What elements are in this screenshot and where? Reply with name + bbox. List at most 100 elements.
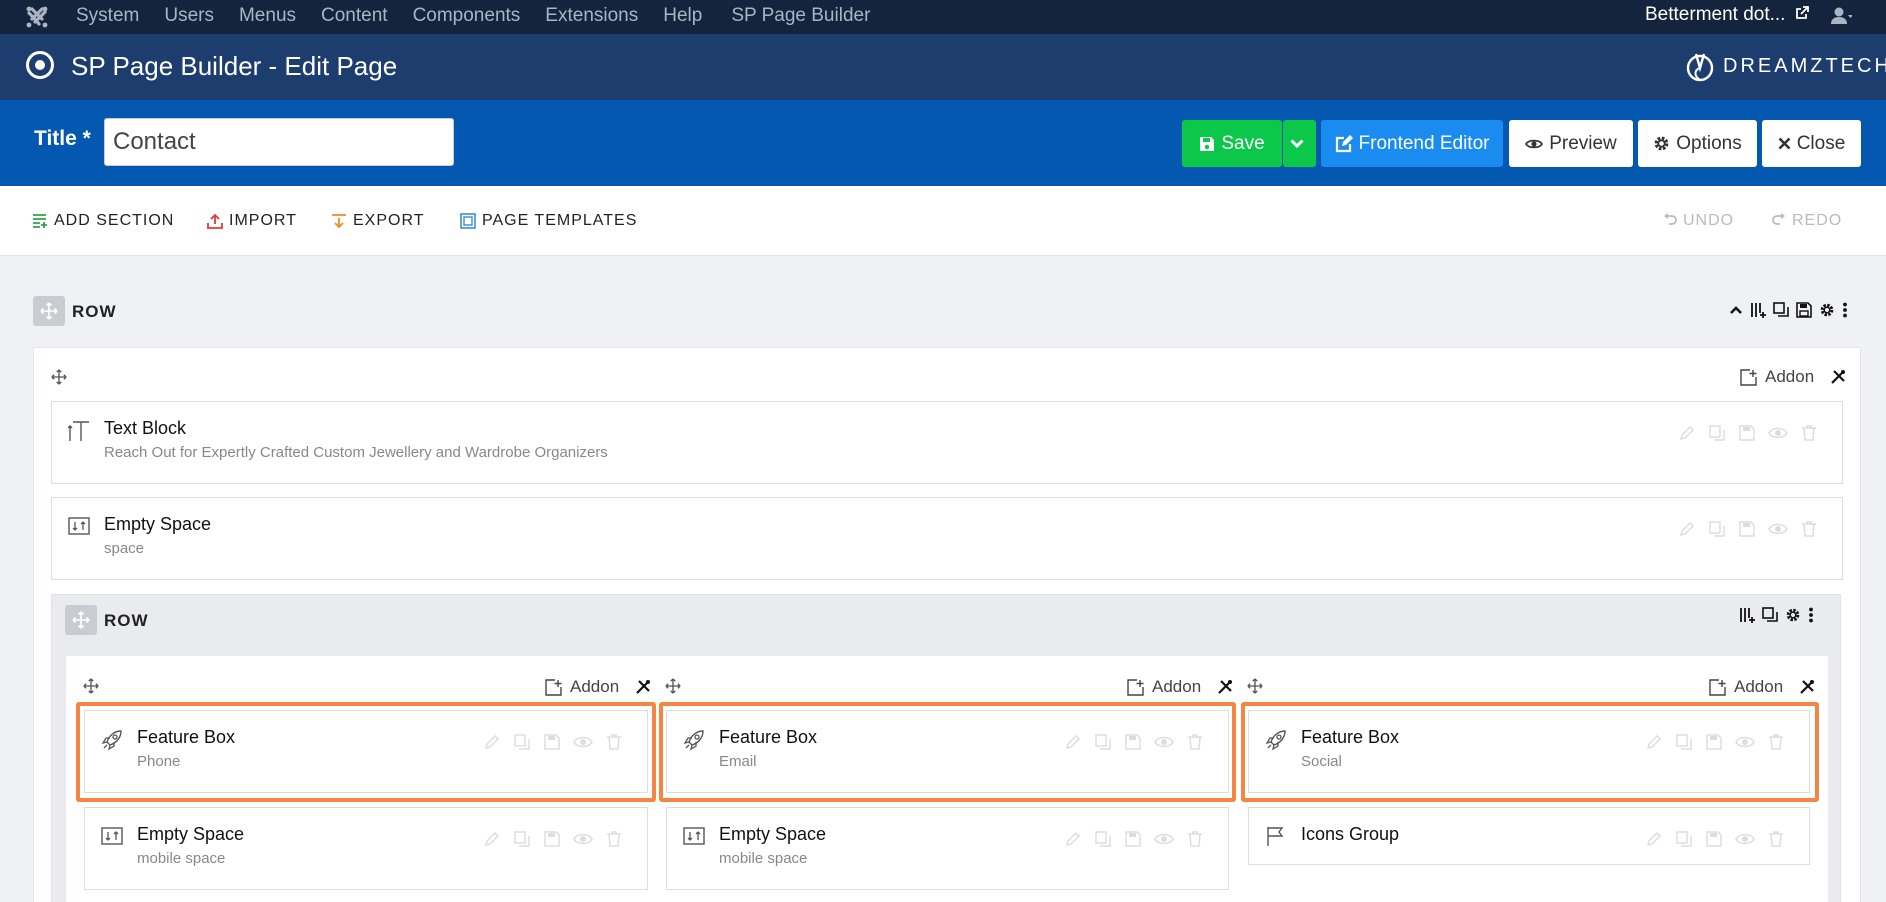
admin-menu: System Users Menus Content Components Ex… (76, 5, 895, 27)
row-label: ROW (72, 302, 117, 321)
menu-system[interactable]: System (76, 5, 139, 27)
page-title: SP Page Builder - Edit Page (71, 51, 398, 81)
trash-icon[interactable] (1767, 830, 1785, 848)
options-button[interactable]: Options (1638, 120, 1757, 167)
column-move-icon[interactable] (665, 678, 681, 694)
add-icon (545, 678, 562, 696)
frontend-editor-button[interactable]: Frontend Editor (1321, 120, 1503, 167)
edit-pencil-icon[interactable] (1645, 830, 1663, 848)
preview-button[interactable]: Preview (1509, 120, 1633, 167)
save-label: Save (1221, 132, 1265, 154)
export-label: EXPORT (353, 212, 425, 229)
add-addon-button[interactable]: Addon (1127, 677, 1233, 697)
addon-text-block[interactable]: Text Block Reach Out for Expertly Crafte… (51, 401, 1843, 484)
trash-icon[interactable] (1800, 520, 1818, 538)
menu-menus[interactable]: Menus (239, 5, 296, 27)
tools-icon[interactable] (1799, 679, 1815, 695)
joomla-logo-icon[interactable] (24, 4, 50, 30)
tools-icon[interactable] (1830, 369, 1846, 385)
addon-empty-space[interactable]: Empty Space mobile space (666, 807, 1229, 890)
copy-icon[interactable] (1094, 830, 1112, 848)
template-icon (460, 213, 476, 229)
menu-help[interactable]: Help (663, 5, 702, 27)
title-label: Title * (34, 127, 91, 150)
column-move-icon[interactable] (83, 678, 99, 694)
export-button[interactable]: EXPORT (331, 212, 425, 230)
column-move-icon[interactable] (1247, 678, 1263, 694)
site-link[interactable]: Betterment dot... (1645, 4, 1809, 26)
eye-icon[interactable] (1735, 830, 1755, 848)
tools-icon[interactable] (635, 679, 651, 695)
add-addon-button[interactable]: Addon (1709, 677, 1815, 697)
redo-button[interactable]: REDO (1772, 212, 1842, 230)
undo-button[interactable]: UNDO (1663, 212, 1734, 230)
addon-label: Addon (1734, 677, 1784, 696)
copy-icon[interactable] (1708, 520, 1726, 538)
more-vertical-icon[interactable] (1842, 302, 1848, 318)
close-button[interactable]: Close (1762, 120, 1861, 167)
gear-icon[interactable] (1819, 302, 1835, 318)
row-drag-handle[interactable] (33, 296, 65, 326)
menu-sp-page-builder[interactable]: SP Page Builder (731, 5, 870, 27)
save-icon[interactable] (1738, 424, 1756, 442)
options-label: Options (1676, 132, 1742, 154)
text-block-icon (68, 421, 89, 441)
edit-pencil-icon[interactable] (483, 830, 501, 848)
save-icon[interactable] (1738, 520, 1756, 538)
dreamztech-logo-icon (1686, 53, 1714, 82)
title-input[interactable] (104, 118, 454, 166)
add-addon-button[interactable]: Addon (1740, 367, 1846, 387)
addon-empty-space[interactable]: Empty Space space (51, 497, 1843, 580)
user-menu-icon[interactable] (1830, 6, 1852, 26)
more-vertical-icon[interactable] (1808, 607, 1814, 623)
copy-icon[interactable] (1675, 830, 1693, 848)
menu-users[interactable]: Users (164, 5, 214, 27)
columns-icon[interactable] (1739, 607, 1755, 623)
edit-pencil-icon[interactable] (1678, 520, 1696, 538)
save-icon[interactable] (1124, 830, 1142, 848)
copy-icon[interactable] (1708, 424, 1726, 442)
trash-icon[interactable] (605, 830, 623, 848)
title-bar: Title * Save Frontend Editor Preview (0, 100, 1886, 186)
gear-icon[interactable] (1785, 607, 1801, 623)
addon-subtitle: mobile space (719, 850, 808, 867)
add-section-button[interactable]: ADD SECTION (32, 212, 174, 230)
inner-row-drag-handle[interactable] (65, 605, 97, 635)
save-icon[interactable] (543, 830, 561, 848)
row-toolbar (1722, 302, 1848, 318)
edit-pencil-icon[interactable] (1064, 830, 1082, 848)
eye-icon[interactable] (1768, 520, 1788, 538)
save-icon[interactable] (1705, 830, 1723, 848)
close-icon (1778, 137, 1791, 150)
tools-icon[interactable] (1217, 679, 1233, 695)
save-icon[interactable] (1796, 302, 1812, 318)
column-move-icon[interactable] (51, 369, 67, 385)
menu-components[interactable]: Components (413, 5, 521, 27)
eye-icon (1525, 139, 1544, 148)
copy-icon[interactable] (1773, 302, 1789, 318)
copy-icon[interactable] (513, 830, 531, 848)
eye-icon[interactable] (1768, 424, 1788, 442)
save-dropdown-button[interactable] (1283, 120, 1316, 167)
columns-icon[interactable] (1750, 302, 1766, 318)
eye-icon[interactable] (573, 830, 593, 848)
undo-label: UNDO (1683, 212, 1735, 229)
add-addon-button[interactable]: Addon (545, 677, 651, 697)
addon-tools (471, 830, 623, 848)
addon-name: Empty Space (719, 824, 827, 844)
page-templates-button[interactable]: PAGE TEMPLATES (460, 212, 637, 230)
import-button[interactable]: IMPORT (207, 212, 297, 230)
save-button[interactable]: Save (1182, 120, 1282, 167)
trash-icon[interactable] (1186, 830, 1204, 848)
highlight-outline (1241, 702, 1819, 802)
menu-extensions[interactable]: Extensions (545, 5, 638, 27)
chevron-up-icon[interactable] (1729, 305, 1743, 315)
copy-icon[interactable] (1762, 607, 1778, 623)
addon-icons-group[interactable]: Icons Group (1248, 807, 1810, 865)
addon-empty-space[interactable]: Empty Space mobile space (84, 807, 648, 890)
edit-pencil-icon[interactable] (1678, 424, 1696, 442)
menu-content[interactable]: Content (321, 5, 388, 27)
eye-icon[interactable] (1154, 830, 1174, 848)
trash-icon[interactable] (1800, 424, 1818, 442)
flag-icon (1267, 827, 1284, 846)
